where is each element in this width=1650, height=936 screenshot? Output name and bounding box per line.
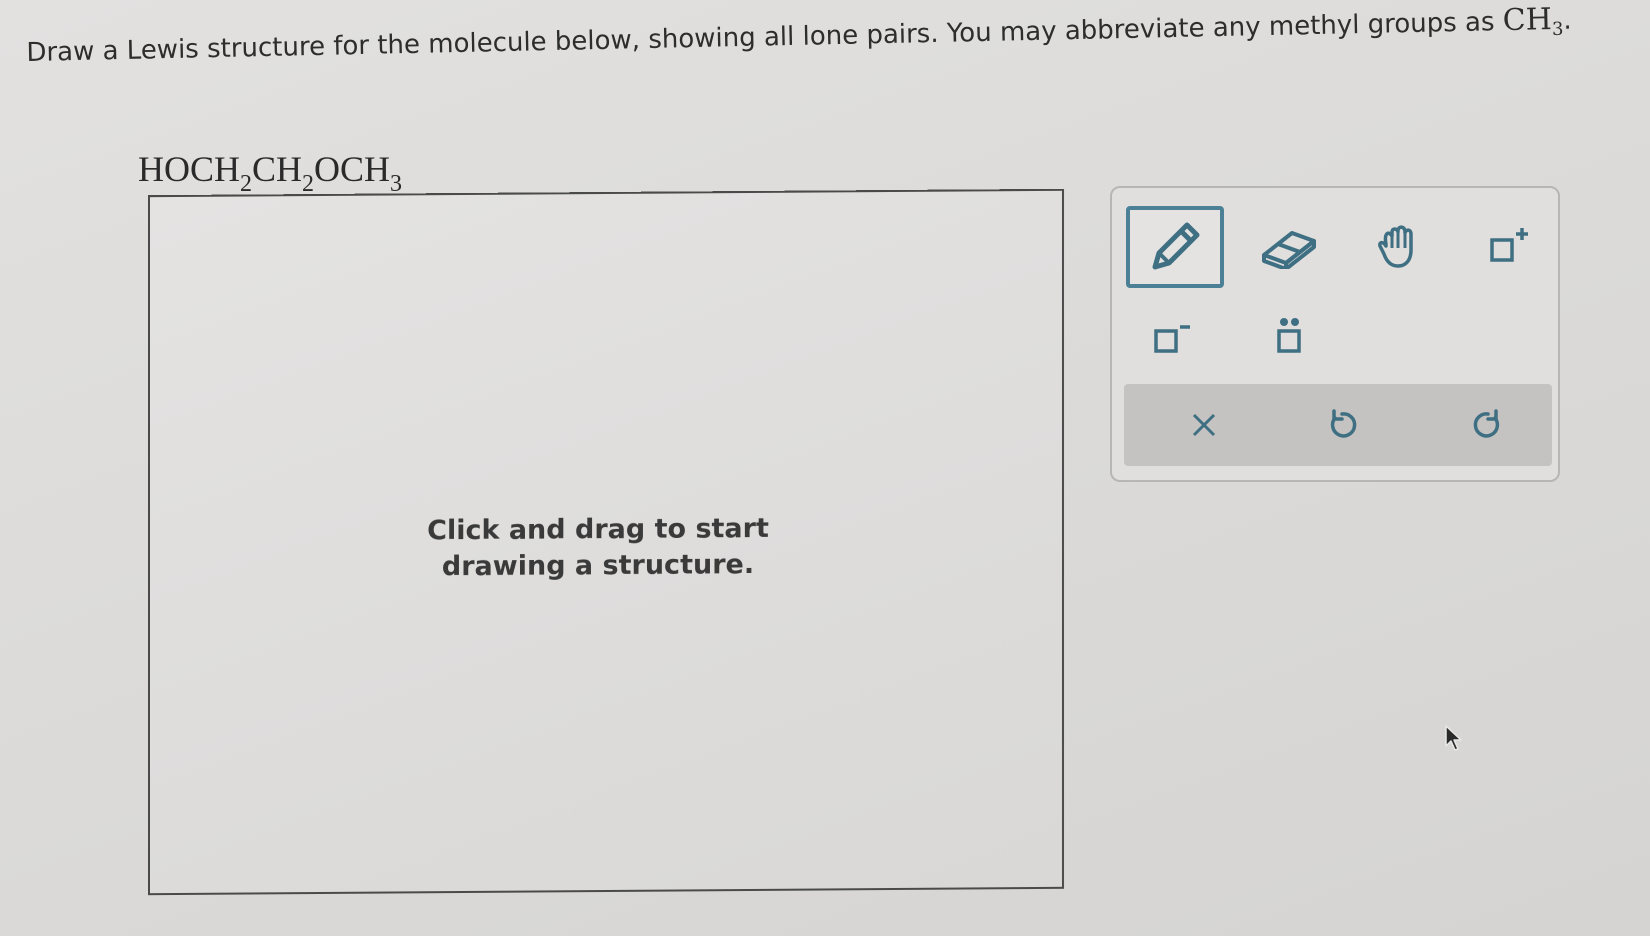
methyl-abbrev: CH3 xyxy=(1502,2,1564,41)
question-text: Draw a Lewis structure for the molecule … xyxy=(26,7,1495,68)
drawing-toolbox xyxy=(1110,186,1560,482)
redo-button[interactable] xyxy=(1448,392,1528,458)
canvas-hint-line-1: Click and drag to start xyxy=(427,512,769,547)
positive-charge-tool-button[interactable] xyxy=(1464,206,1554,288)
drawing-canvas[interactable]: Click and drag to start drawing a struct… xyxy=(148,188,1064,896)
negative-charge-icon xyxy=(1154,325,1190,353)
eraser-tool-button[interactable] xyxy=(1244,206,1334,288)
question-end: . xyxy=(1563,5,1572,36)
undo-button[interactable] xyxy=(1302,392,1382,458)
hand-icon xyxy=(1378,225,1413,268)
pencil-icon xyxy=(1152,222,1200,270)
canvas-hint: Click and drag to start drawing a struct… xyxy=(418,511,778,586)
canvas-hint-line-2: drawing a structure. xyxy=(441,548,755,583)
molecule-formula: HOCH2CH2OCH3 xyxy=(138,149,403,197)
hand-tool-button[interactable] xyxy=(1354,206,1444,288)
positive-charge-icon xyxy=(1490,228,1528,262)
undo-icon xyxy=(1330,409,1357,438)
clear-icon xyxy=(1192,413,1216,437)
negative-charge-tool-button[interactable] xyxy=(1126,296,1216,376)
redo-icon xyxy=(1473,409,1500,438)
lone-pair-icon xyxy=(1277,318,1301,353)
mouse-cursor-icon xyxy=(1445,725,1462,751)
lone-pair-tool-button[interactable] xyxy=(1244,296,1334,376)
question-prompt: Draw a Lewis structure for the molecule … xyxy=(26,2,1572,72)
pencil-tool-button[interactable] xyxy=(1126,206,1224,288)
eraser-icon xyxy=(1262,231,1316,269)
action-bar xyxy=(1124,384,1552,466)
clear-button[interactable] xyxy=(1164,392,1244,458)
